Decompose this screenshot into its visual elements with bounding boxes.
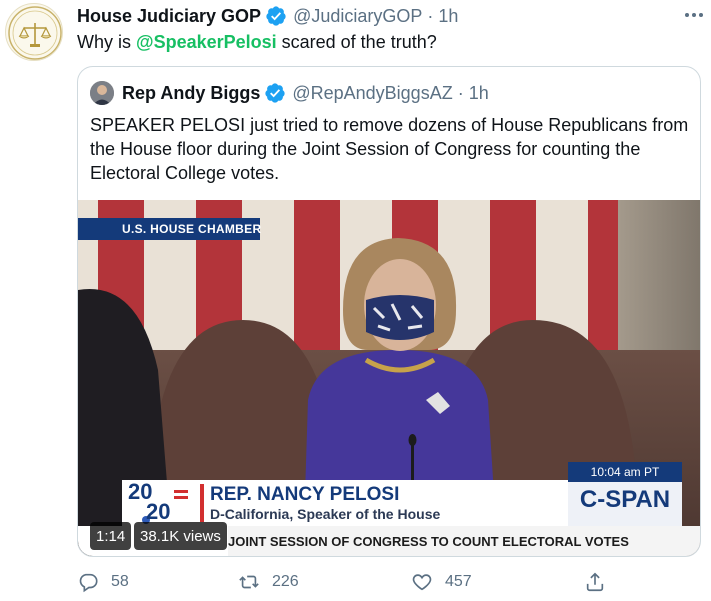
network-logo: C-SPAN <box>579 486 671 513</box>
quoted-tweet-card[interactable]: Rep Andy Biggs @RepAndyBiggsAZ · 1h SPEA… <box>77 66 701 557</box>
portrait-icon <box>90 81 114 105</box>
author-handle[interactable]: @JudiciaryGOP <box>293 6 422 27</box>
reply-icon <box>79 573 98 593</box>
quoted-author-avatar[interactable] <box>90 81 114 105</box>
tweet-text: Why is @SpeakerPelosi scared of the trut… <box>77 32 437 53</box>
author-avatar[interactable] <box>5 3 63 61</box>
verified-badge-icon <box>266 6 286 26</box>
more-icon[interactable] <box>675 4 703 26</box>
like-count: 457 <box>445 573 472 590</box>
judiciary-seal-icon <box>8 6 62 60</box>
lower-third-title: D-California, Speaker of the House <box>210 506 441 522</box>
quoted-tweet-time[interactable]: 1h <box>469 83 489 104</box>
author-name[interactable]: House Judiciary GOP <box>77 6 261 27</box>
tweet-text-after: scared of the truth? <box>276 32 437 52</box>
quoted-tweet-header: Rep Andy Biggs @RepAndyBiggsAZ · 1h <box>122 81 489 105</box>
location-label: U.S. HOUSE CHAMBER <box>122 222 262 236</box>
separator-dot: · <box>427 5 434 26</box>
quoted-author-name[interactable]: Rep Andy Biggs <box>122 83 260 104</box>
tweet-actions: 58 226 457 <box>77 571 701 595</box>
retweet-icon <box>239 575 259 589</box>
tweet-time[interactable]: 1h <box>438 6 458 27</box>
retweet-button[interactable]: 226 <box>238 571 299 593</box>
separator-dot: · <box>457 82 464 103</box>
tweet-text-before: Why is <box>77 32 137 52</box>
reply-button[interactable]: 58 <box>77 571 129 593</box>
verified-badge-icon <box>265 83 285 103</box>
mention-link[interactable]: @SpeakerPelosi <box>136 32 277 52</box>
logo-year-bottom: 20 <box>146 499 171 524</box>
lower-third-name: REP. NANCY PELOSI <box>210 484 400 505</box>
video-duration-badge: 1:14 <box>90 522 132 550</box>
video-player[interactable]: U.S. HOUSE CHAMBER 10:04 am PT 20 20 REP… <box>78 200 700 556</box>
like-button[interactable]: 457 <box>411 571 472 593</box>
quoted-tweet-text: SPEAKER PELOSI just tried to remove doze… <box>90 115 689 183</box>
tweet-header: House Judiciary GOP @JudiciaryGOP · 1h <box>77 4 703 28</box>
like-icon <box>412 574 432 591</box>
reply-count: 58 <box>111 573 129 590</box>
quoted-author-handle[interactable]: @RepAndyBiggsAZ <box>292 83 452 104</box>
video-views-badge: 38.1K views <box>134 522 227 550</box>
ticker-text: JOINT SESSION OF CONGRESS TO COUNT ELECT… <box>228 534 629 549</box>
election-logo: 20 20 <box>128 481 198 524</box>
share-icon <box>586 572 604 592</box>
time-of-day: 10:04 am PT <box>590 465 660 479</box>
retweet-count: 226 <box>272 573 299 590</box>
share-button[interactable] <box>584 571 606 593</box>
